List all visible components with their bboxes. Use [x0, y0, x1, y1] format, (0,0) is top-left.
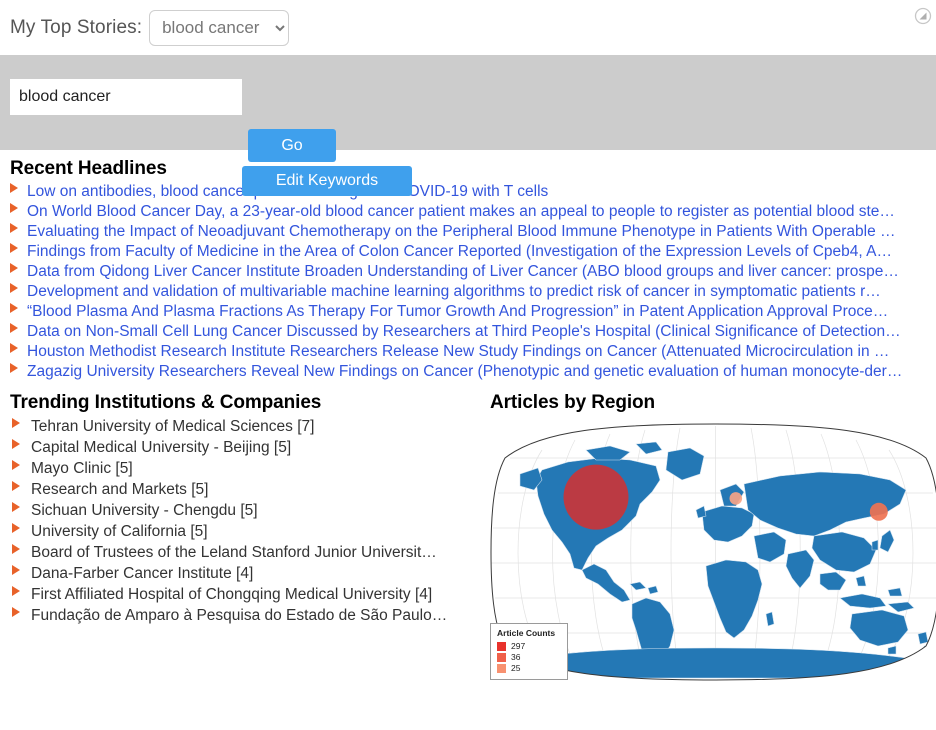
bullet-arrow-icon [10, 203, 18, 213]
institution-item[interactable]: Capital Medical University - Beijing [5] [10, 437, 480, 458]
bullet-arrow-icon [10, 283, 18, 293]
story-select-dropdown[interactable]: blood cancer [149, 9, 290, 46]
headline-link[interactable]: Evaluating the Impact of Neoadjuvant Che… [27, 223, 896, 241]
headline-item[interactable]: Low on antibodies, blood cancer patients… [10, 182, 936, 202]
bottom-panels: Trending Institutions & Companies Tehran… [0, 392, 936, 688]
headline-item[interactable]: Evaluating the Impact of Neoadjuvant Che… [10, 222, 936, 242]
institution-list: Tehran University of Medical Sciences [7… [10, 416, 480, 626]
institution-item[interactable]: Dana-Farber Cancer Institute [4] [10, 563, 480, 584]
institution-label: Fundação de Amparo à Pesquisa do Estado … [31, 606, 448, 624]
bullet-arrow-icon [12, 501, 20, 512]
institution-item[interactable]: Fundação de Amparo à Pesquisa do Estado … [10, 605, 480, 626]
institution-item[interactable]: Research and Markets [5] [10, 479, 480, 500]
legend-swatch [497, 652, 506, 662]
headline-item[interactable]: Development and validation of multivaria… [10, 282, 936, 302]
institution-label: University of California [5] [31, 522, 208, 540]
headline-item[interactable]: Data from Qidong Liver Cancer Institute … [10, 262, 936, 282]
headline-link[interactable]: Data from Qidong Liver Cancer Institute … [27, 263, 899, 281]
bullet-arrow-icon [10, 303, 18, 313]
recent-headlines-title: Recent Headlines [10, 158, 167, 179]
map-bubble[interactable] [563, 464, 629, 530]
legend-row: 36 [497, 652, 561, 662]
legend-row: 297 [497, 641, 561, 651]
headline-item[interactable]: Data on Non-Small Cell Lung Cancer Discu… [10, 322, 936, 342]
legend-value: 36 [511, 652, 521, 662]
legend-title: Article Counts [497, 628, 556, 638]
search-input[interactable] [10, 79, 242, 115]
bullet-arrow-icon [12, 543, 20, 554]
headline-list: Low on antibodies, blood cancer patients… [10, 182, 936, 382]
legend-swatch [497, 663, 506, 673]
legend-rows: 297 36 25 [497, 641, 561, 673]
map-legend: Article Counts 297 36 25 [490, 623, 568, 680]
headline-item[interactable]: Houston Methodist Research Institute Res… [10, 342, 936, 362]
bullet-arrow-icon [12, 480, 20, 491]
institution-item[interactable]: Board of Trustees of the Leland Stanford… [10, 542, 480, 563]
institution-label: Tehran University of Medical Sciences [7… [31, 417, 315, 435]
bullet-arrow-icon [10, 323, 18, 333]
institution-label: Research and Markets [5] [31, 480, 209, 498]
bullet-arrow-icon [12, 564, 20, 575]
map-bubble[interactable] [729, 492, 743, 505]
legend-value: 297 [511, 641, 526, 651]
my-top-stories-label: My Top Stories: [10, 16, 143, 38]
institution-item[interactable]: Tehran University of Medical Sciences [7… [10, 416, 480, 437]
headline-link[interactable]: Findings from Faculty of Medicine in the… [27, 243, 892, 261]
headline-link[interactable]: On World Blood Cancer Day, a 23-year-old… [27, 203, 895, 221]
search-panel: Go Edit Keywords [0, 55, 936, 196]
articles-by-region-section: Articles by Region Article Counts 297 36… [480, 392, 936, 688]
bullet-arrow-icon [12, 438, 20, 449]
bullet-arrow-icon [10, 223, 18, 233]
recent-headlines-section: Recent Headlines Low on antibodies, bloo… [0, 150, 936, 382]
top-bar: My Top Stories: blood cancer [0, 0, 936, 55]
trending-institutions-section: Trending Institutions & Companies Tehran… [10, 392, 480, 688]
headline-link[interactable]: Development and validation of multivaria… [27, 283, 881, 301]
bullet-arrow-icon [10, 363, 18, 373]
headline-link[interactable]: “Blood Plasma And Plasma Fractions As Th… [27, 303, 888, 321]
headline-item[interactable]: “Blood Plasma And Plasma Fractions As Th… [10, 302, 936, 322]
world-map[interactable]: Article Counts 297 36 25 [490, 418, 936, 688]
institution-item[interactable]: Mayo Clinic [5] [10, 458, 480, 479]
legend-swatch [497, 641, 506, 651]
trending-institutions-title: Trending Institutions & Companies [10, 392, 322, 413]
map-bubble[interactable] [869, 502, 888, 521]
bullet-arrow-icon [12, 585, 20, 596]
institution-label: Dana-Farber Cancer Institute [4] [31, 564, 254, 582]
bullet-arrow-icon [10, 343, 18, 353]
bullet-arrow-icon [12, 606, 20, 617]
edit-keywords-button[interactable]: Edit Keywords [242, 166, 412, 196]
bullet-arrow-icon [10, 243, 18, 253]
headline-link[interactable]: Data on Non-Small Cell Lung Cancer Discu… [27, 323, 901, 341]
headline-item[interactable]: Findings from Faculty of Medicine in the… [10, 242, 936, 262]
headline-link[interactable]: Houston Methodist Research Institute Res… [27, 343, 889, 361]
institution-item[interactable]: Sichuan University - Chengdu [5] [10, 500, 480, 521]
institution-label: First Affiliated Hospital of Chongqing M… [31, 585, 433, 603]
articles-by-region-title: Articles by Region [490, 392, 656, 413]
legend-row: 25 [497, 663, 561, 673]
institution-label: Mayo Clinic [5] [31, 459, 133, 477]
headline-item[interactable]: Zagazig University Researchers Reveal Ne… [10, 362, 936, 382]
institution-label: Board of Trustees of the Leland Stanford… [31, 543, 437, 561]
bullet-arrow-icon [10, 183, 18, 193]
institution-item[interactable]: University of California [5] [10, 521, 480, 542]
headline-item[interactable]: On World Blood Cancer Day, a 23-year-old… [10, 202, 936, 222]
institution-item[interactable]: First Affiliated Hospital of Chongqing M… [10, 584, 480, 605]
resize-handle-icon[interactable] [914, 7, 932, 25]
bullet-arrow-icon [12, 522, 20, 533]
legend-value: 25 [511, 663, 521, 673]
bullet-arrow-icon [12, 417, 20, 428]
headline-link[interactable]: Zagazig University Researchers Reveal Ne… [27, 363, 902, 381]
bullet-arrow-icon [12, 459, 20, 470]
institution-label: Sichuan University - Chengdu [5] [31, 501, 258, 519]
bullet-arrow-icon [10, 263, 18, 273]
go-button[interactable]: Go [248, 129, 336, 162]
institution-label: Capital Medical University - Beijing [5] [31, 438, 292, 456]
